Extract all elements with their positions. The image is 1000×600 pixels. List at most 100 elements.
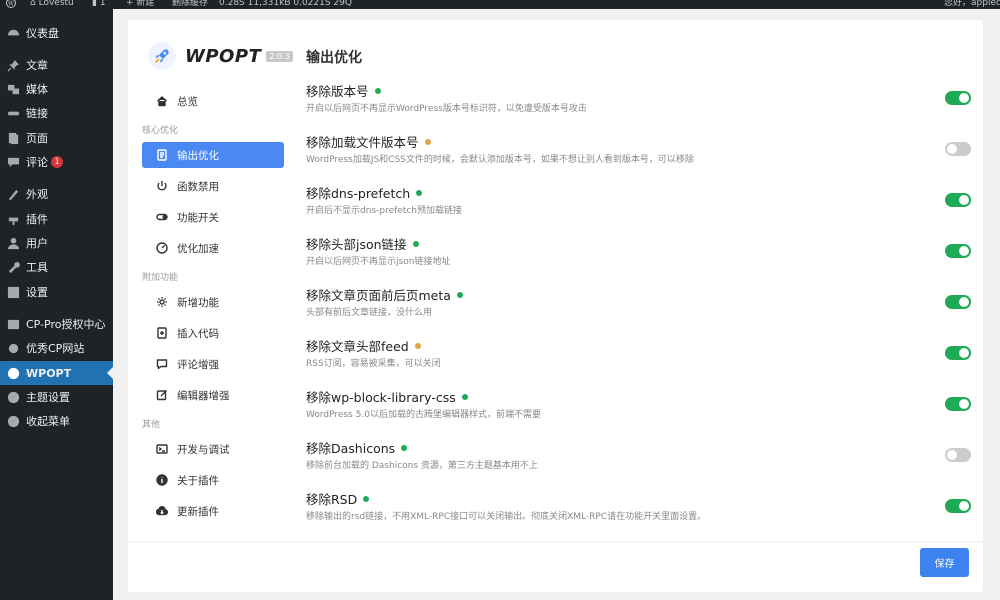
toggle-knob xyxy=(959,93,969,103)
user-icon xyxy=(6,236,20,250)
nav-comment-enhance[interactable]: 评论增强 xyxy=(142,351,284,377)
toggle-knob xyxy=(959,501,969,511)
sidebar-item-label: WPOPT xyxy=(26,366,72,380)
sidebar-item-10[interactable]: 设置 xyxy=(0,280,113,304)
admin-sidebar: 仪表盘文章 媒体 链接 页面 评论 1 外观 插件用户工具 设置 CP-Pro授权中心优秀CP网站… xyxy=(0,9,113,600)
cloud-download-icon xyxy=(155,504,169,518)
home-icon: ⌂ xyxy=(30,0,36,8)
sidebar-item-0[interactable]: 仪表盘 xyxy=(0,21,113,45)
sidebar-item-8[interactable]: 用户 xyxy=(0,231,113,255)
comment-icon xyxy=(6,155,20,169)
option-row: 移除Dashicons 移除前台加载的 Dashicons 资源，第三方主题基本用… xyxy=(306,438,971,480)
toggle-icon xyxy=(155,210,169,224)
nav-about[interactable]: 关于插件 xyxy=(142,467,284,493)
sidebar-item-2[interactable]: 媒体 xyxy=(0,77,113,101)
user-greeting[interactable]: 您好，applec xyxy=(944,0,1000,9)
option-description: WordPress加载JS和CSS文件的时候，会默认添加版本号，如果不想让别人看… xyxy=(306,155,694,165)
option-toggle[interactable] xyxy=(945,397,971,411)
sidebar-item-11[interactable]: CP-Pro授权中心 xyxy=(0,312,113,336)
document-icon xyxy=(155,148,169,162)
wordpress-logo-icon[interactable]: W xyxy=(6,0,16,9)
nav-editor-enhance[interactable]: 编辑器增强 xyxy=(142,382,284,408)
nav-overview[interactable]: 总览 xyxy=(142,88,284,114)
sidebar-item-9[interactable]: 工具 xyxy=(0,255,113,279)
sidebar-item-label: 优秀CP网站 xyxy=(26,342,85,355)
appearance-icon xyxy=(6,187,20,201)
dashboard-icon xyxy=(6,26,20,40)
sidebar-item-label: 仪表盘 xyxy=(26,27,59,40)
nav-feature-switch[interactable]: 功能开关 xyxy=(142,204,284,230)
option-description: 移除前台加载的 Dashicons 资源，第三方主题基本用不上 xyxy=(306,461,538,471)
settings-icon xyxy=(6,285,20,299)
option-row: 移除版本号 开启以后网页不再显示WordPress版本号标识符，以免遭受版本号攻击 xyxy=(306,81,971,123)
media-icon xyxy=(6,82,20,96)
sidebar-item-7[interactable]: 插件 xyxy=(0,207,113,231)
sidebar-item-label: 收起菜单 xyxy=(26,415,70,428)
edit-icon xyxy=(155,388,169,402)
option-title: 移除文章页面前后页meta xyxy=(306,285,463,304)
nav-output-optimize[interactable]: 输出优化 xyxy=(142,142,284,168)
plugin-icon xyxy=(6,212,20,226)
comments-link[interactable]: ▮ 1 xyxy=(92,0,106,9)
terminal-icon xyxy=(155,442,169,456)
toggle-knob xyxy=(959,399,969,409)
nav-dev-debug[interactable]: 开发与调试 xyxy=(142,436,284,462)
plugin-name: WPOPT xyxy=(185,45,262,67)
nav-speedup[interactable]: 优化加速 xyxy=(142,235,284,261)
status-dot xyxy=(401,444,408,451)
rocket-icon xyxy=(148,42,176,70)
toggle-knob xyxy=(959,297,969,307)
sidebar-item-6[interactable]: 外观 xyxy=(0,182,113,206)
option-description: 开启后不显示dns-prefetch预加载链接 xyxy=(306,206,462,216)
toggle-knob xyxy=(947,144,957,154)
option-title-text: 移除文章头部feed xyxy=(306,339,409,354)
toggle-knob xyxy=(959,195,969,205)
clear-cache-link[interactable]: 删除缓存 xyxy=(172,0,208,9)
sidebar-item-13[interactable]: WPOPT xyxy=(0,361,113,385)
nav-update[interactable]: 更新插件 xyxy=(142,498,284,524)
option-row: 移除文章头部feed RSS订阅，容易被采集，可以关闭 xyxy=(306,336,971,378)
option-toggle[interactable] xyxy=(945,346,971,360)
sidebar-item-14[interactable]: 主题设置 xyxy=(0,385,113,409)
toggle-knob xyxy=(959,348,969,358)
option-toggle[interactable] xyxy=(945,193,971,207)
nav-group-core: 核心优化 xyxy=(142,126,179,136)
option-toggle[interactable] xyxy=(945,295,971,309)
option-toggle[interactable] xyxy=(945,448,971,462)
sidebar-item-3[interactable]: 链接 xyxy=(0,101,113,125)
sidebar-item-15[interactable]: 收起菜单 xyxy=(0,409,113,433)
sidebar-item-12[interactable]: 优秀CP网站 xyxy=(0,336,113,360)
option-row: 移除RSD 移除输出的rsd链接，不用XML-RPC接口可以关闭输出。彻底关闭XM… xyxy=(306,489,971,531)
status-dot xyxy=(456,291,463,298)
version-badge: 2.0.3 xyxy=(266,50,293,62)
option-description: 头部有前后文章链接，没什么用 xyxy=(306,308,433,318)
option-toggle[interactable] xyxy=(945,244,971,258)
section-title: 输出优化 xyxy=(306,50,362,66)
options-content: 输出优化 移除版本号 开启以后网页不再显示WordPress版本号标识符，以免遭受… xyxy=(293,20,983,592)
option-title-text: 移除版本号 xyxy=(306,84,369,99)
option-title-text: 移除RSD xyxy=(306,492,358,507)
status-dot xyxy=(414,342,421,349)
option-description: WordPress 5.0以后加载的古腾堡编辑器样式，前端不需要 xyxy=(306,410,541,420)
save-button[interactable]: 保存 xyxy=(920,548,969,577)
new-content-link[interactable]: + 新建 xyxy=(126,0,154,9)
sidebar-item-1[interactable]: 文章 xyxy=(0,53,113,77)
option-toggle[interactable] xyxy=(945,142,971,156)
sidebar-item-5[interactable]: 评论 1 xyxy=(0,150,113,174)
theme-icon xyxy=(6,390,20,404)
nav-new-features[interactable]: 新增功能 xyxy=(142,289,284,315)
option-toggle[interactable] xyxy=(945,499,971,513)
option-row: 移除加载文件版本号 WordPress加载JS和CSS文件的时候，会默认添加版本号… xyxy=(306,132,971,174)
wrench-icon xyxy=(6,260,20,274)
cog-icon xyxy=(155,295,169,309)
nav-insert-code[interactable]: 插入代码 xyxy=(142,320,284,346)
sidebar-item-label: 评论 xyxy=(26,156,48,169)
status-dot xyxy=(412,240,419,247)
option-title-text: 移除wp-block-library-css xyxy=(306,390,456,405)
option-toggle[interactable] xyxy=(945,91,971,105)
sidebar-item-4[interactable]: 页面 xyxy=(0,126,113,150)
nav-disable-functions[interactable]: 函数禁用 xyxy=(142,173,284,199)
site-name-link[interactable]: ⌂ Lovestu xyxy=(30,0,74,9)
sidebar-item-label: 用户 xyxy=(26,237,48,250)
cp-icon xyxy=(6,317,20,331)
